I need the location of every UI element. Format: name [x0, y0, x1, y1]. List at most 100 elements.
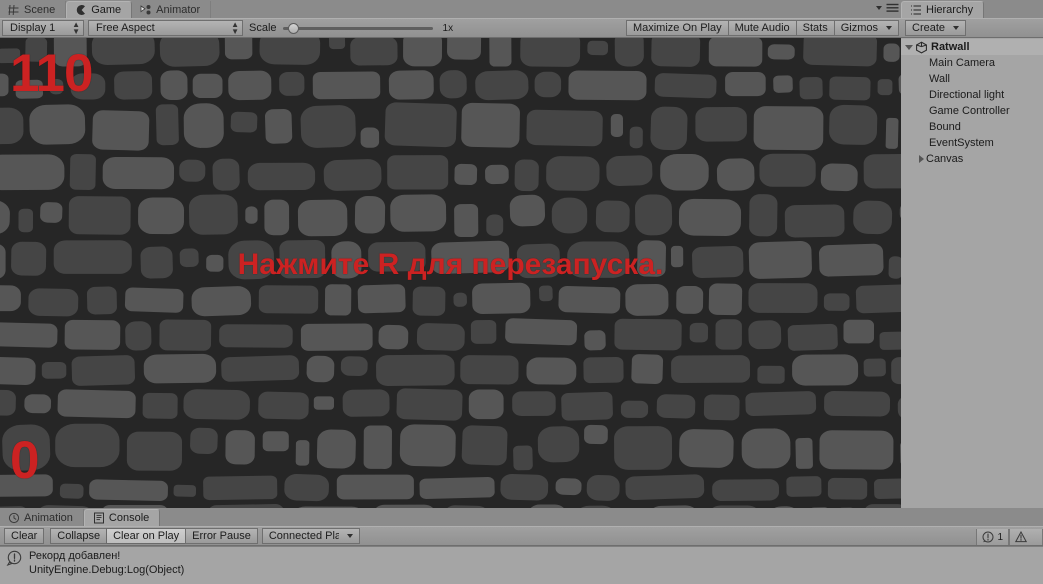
display-dropdown-value: Display 1 [10, 22, 56, 34]
score-display-top: 110 [10, 44, 94, 103]
chevron-down-icon[interactable] [905, 44, 913, 50]
scale-slider[interactable]: Scale 1x [249, 22, 453, 34]
hierarchy-item-label: Ratwall [931, 41, 970, 53]
score-display-bottom: 0 [10, 431, 40, 490]
game-panel-tab-extras [876, 3, 899, 13]
game-view-toolbar: Display 1 ▲ ▼ Free Aspect ▲ ▼ Scale 1x Max… [0, 18, 901, 38]
tab-hierarchy-label: Hierarchy [926, 4, 974, 16]
hierarchy-item-label: Directional light [929, 89, 1005, 101]
hierarchy-panel: Hierarchy Create Ratwall Main Camera Wall D… [901, 0, 1043, 508]
console-entry[interactable]: Рекорд добавлен! UnityEngine.Debug:Log(O… [0, 547, 1043, 579]
hamburger-menu-icon[interactable] [886, 3, 899, 13]
scale-slider-knob[interactable] [288, 22, 300, 34]
chevron-down-icon [953, 26, 960, 30]
hierarchy-item-main-camera[interactable]: Main Camera [901, 55, 1043, 71]
chevron-down-icon[interactable] [876, 6, 882, 10]
error-triangle-icon [1014, 530, 1028, 543]
console-panel: Animation Console Clear Collapse Clear o… [0, 508, 1043, 584]
connected-player-dropdown[interactable]: Connected Playe [261, 528, 360, 544]
console-entry-line2: UnityEngine.Debug:Log(Object) [29, 564, 185, 576]
console-icon [93, 512, 105, 524]
animator-icon [140, 4, 152, 16]
warning-count: 1 [997, 531, 1003, 543]
grid-icon [8, 4, 20, 16]
stats-button[interactable]: Stats [795, 20, 835, 36]
game-panel: Scene Game Animator Display 1 ▲ ▼ Free A… [0, 0, 901, 508]
gizmos-label: Gizmos [840, 22, 878, 34]
scale-slider-track[interactable] [282, 22, 433, 34]
tab-game[interactable]: Game [66, 1, 133, 18]
mute-audio-label: Mute Audio [734, 22, 790, 34]
collapse-label: Collapse [57, 530, 101, 542]
aspect-dropdown-value: Free Aspect [96, 22, 155, 34]
chevron-right-icon[interactable] [919, 155, 924, 163]
tab-animation[interactable]: Animation [0, 509, 84, 526]
hierarchy-item-label: Wall [929, 73, 950, 85]
tab-game-label: Game [91, 4, 122, 16]
console-entry-line1: Рекорд добавлен! [29, 550, 121, 562]
updown-icon: ▲ ▼ [231, 20, 239, 36]
error-pause-label: Error Pause [192, 530, 251, 542]
clear-label: Clear [11, 530, 38, 542]
gamepad-icon [75, 4, 87, 16]
maximize-on-play-label: Maximize On Play [632, 22, 722, 34]
hierarchy-item-label: EventSystem [929, 137, 994, 149]
hierarchy-item-game-controller[interactable]: Game Controller [901, 103, 1043, 119]
hierarchy-item-label: Game Controller [929, 105, 1010, 117]
error-pause-toggle[interactable]: Error Pause [185, 528, 258, 544]
tab-console[interactable]: Console [83, 509, 161, 526]
hierarchy-tree[interactable]: Ratwall Main Camera Wall Directional light G… [901, 38, 1043, 508]
hierarchy-item-label: Bound [929, 121, 961, 133]
console-counters: 1 [976, 527, 1043, 547]
unity-editor-window: Scene Game Animator Display 1 ▲ ▼ Free A… [0, 0, 1043, 584]
scale-value: 1x [442, 22, 454, 34]
error-count-toggle[interactable] [1009, 529, 1043, 545]
console-tabstrip: Animation Console [0, 508, 1043, 526]
tab-scene[interactable]: Scene [0, 1, 67, 18]
gizmos-dropdown-button[interactable]: Gizmos [833, 20, 899, 36]
console-toolbar: Clear Collapse Clear on Play Error Pause… [0, 526, 1043, 546]
stats-label: Stats [802, 22, 828, 34]
mute-audio-button[interactable]: Mute Audio [727, 20, 797, 36]
hierarchy-item-eventsystem[interactable]: EventSystem [901, 135, 1043, 151]
unity-scene-icon [915, 41, 928, 54]
hierarchy-item-label: Main Camera [929, 57, 996, 69]
chevron-down-icon [346, 534, 353, 538]
clear-on-play-toggle[interactable]: Clear on Play [106, 528, 187, 544]
display-dropdown[interactable]: Display 1 ▲ ▼ [2, 20, 84, 36]
hierarchy-item-canvas[interactable]: Canvas [901, 151, 1043, 167]
connected-player-label: Connected Playe [268, 530, 339, 542]
hierarchy-item-wall[interactable]: Wall [901, 71, 1043, 87]
hierarchy-item-ratwall[interactable]: Ratwall [901, 39, 1043, 55]
clear-on-play-label: Clear on Play [113, 530, 180, 542]
create-dropdown-button[interactable]: Create [905, 20, 967, 36]
tab-hierarchy[interactable]: Hierarchy [901, 1, 985, 18]
game-panel-tabstrip: Scene Game Animator [0, 0, 901, 18]
tab-animator[interactable]: Animator [132, 1, 212, 18]
hierarchy-tabstrip: Hierarchy [901, 0, 1043, 18]
chevron-down-icon [886, 26, 892, 30]
game-view[interactable]: 110 Нажмите R для перезапуска. 0 [0, 38, 901, 508]
aspect-dropdown[interactable]: Free Aspect ▲ ▼ [88, 20, 243, 36]
tab-animation-label: Animation [24, 511, 73, 524]
warning-count-toggle[interactable]: 1 [976, 529, 1009, 545]
updown-icon: ▲ ▼ [72, 20, 80, 36]
tab-animator-label: Animator [156, 3, 201, 16]
clear-button[interactable]: Clear [4, 528, 45, 544]
warning-icon [6, 550, 23, 567]
collapse-toggle[interactable]: Collapse [50, 528, 108, 544]
tab-console-label: Console [108, 512, 150, 524]
warning-icon [982, 531, 994, 543]
hierarchy-item-label: Canvas [926, 153, 964, 165]
restart-message: Нажмите R для перезапуска. [237, 248, 664, 281]
maximize-on-play-button[interactable]: Maximize On Play [625, 20, 729, 36]
console-message-list[interactable]: Рекорд добавлен! UnityEngine.Debug:Log(O… [0, 546, 1043, 584]
clock-icon [8, 512, 20, 524]
hierarchy-toolbar: Create [901, 18, 1043, 38]
tab-scene-label: Scene [24, 3, 56, 16]
hierarchy-icon [910, 4, 922, 16]
hierarchy-item-directional-light[interactable]: Directional light [901, 87, 1043, 103]
scale-label: Scale [249, 22, 277, 34]
create-label: Create [912, 22, 946, 34]
hierarchy-item-bound[interactable]: Bound [901, 119, 1043, 135]
